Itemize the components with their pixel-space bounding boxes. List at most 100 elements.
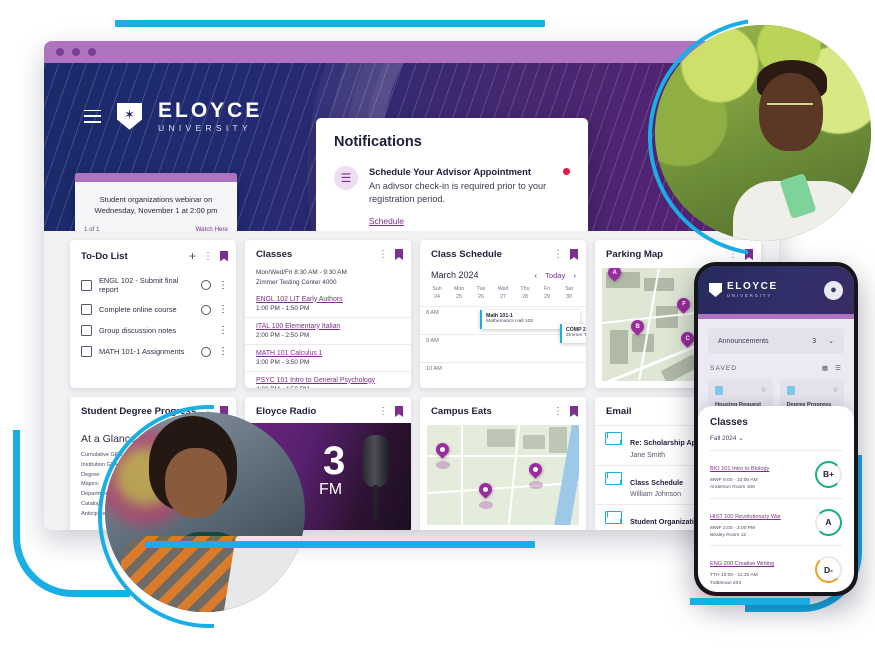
announcement-card: Student organizations webinar on Wednesd…	[75, 173, 237, 231]
card-campus-eats: Campus Eats ⋮	[420, 397, 586, 530]
day-number: 28	[522, 294, 528, 301]
grid-view-icon[interactable]: ▦	[822, 364, 829, 372]
phone-class-link[interactable]: ENG 200 Creative Writing	[710, 561, 774, 567]
todo-checkbox[interactable]	[81, 279, 92, 291]
radio-bookmark-icon[interactable]	[395, 406, 403, 417]
accent-bar-top	[115, 20, 545, 27]
schedule-day-header[interactable]: Thu 28	[514, 285, 536, 301]
todo-item[interactable]: Group discussion notes ⋮	[70, 320, 236, 341]
class-name-link[interactable]: PSYC 101 Intro to General Psychology	[256, 377, 400, 384]
phone-announcements-row[interactable]: Announcements 3 ⌄	[708, 328, 844, 354]
schedule-link[interactable]: Schedule	[369, 216, 404, 226]
schedule-day-header[interactable]: Sun 24	[426, 285, 448, 301]
schedule-day-header[interactable]: Fri 29	[536, 285, 558, 301]
day-name: Thu	[520, 286, 530, 292]
todo-more-icon[interactable]: ⋮	[203, 251, 213, 262]
phone-class-meta: MWF 9:00 - 10:00 AM	[710, 478, 758, 483]
schedule-day-header[interactable]: Wed 27	[492, 285, 514, 301]
phone-announcements-label: Announcements	[718, 337, 769, 345]
eats-more-icon[interactable]: ⋮	[553, 406, 563, 417]
class-time: 1:00 PM - 1:50 PM	[256, 304, 310, 312]
class-name-link[interactable]: MATH 101 Calculus 1	[256, 350, 400, 357]
notification-item[interactable]: ☰ Schedule Your Advisor Appointment An a…	[334, 166, 570, 229]
todo-item-more-icon[interactable]: ⋮	[218, 325, 228, 336]
todo-item[interactable]: MATH 101-1 Assignments ⋮	[70, 341, 236, 362]
classes-bookmark-icon[interactable]	[395, 249, 403, 260]
email-subject: Class Schedule	[630, 477, 684, 487]
schedule-today-button[interactable]: Today	[545, 271, 565, 280]
class-time: 3:00 PM - 3:50 PM	[256, 358, 310, 366]
accent-bar-bottom	[145, 541, 535, 548]
radio-more-icon[interactable]: ⋮	[378, 406, 388, 417]
phone-class-link[interactable]: BIO 101 Intro to Biology	[710, 466, 769, 472]
phone-class-link[interactable]: HIST 100 Revolutionary War	[710, 514, 781, 520]
day-name: Mon	[453, 286, 465, 292]
watch-here-link[interactable]: Watch Here	[196, 226, 228, 231]
day-number: 30	[566, 294, 572, 301]
phone-header: ELOYCE UNIVERSITY ●	[698, 266, 854, 314]
schedule-more-icon[interactable]: ⋮	[553, 249, 563, 260]
add-todo-icon[interactable]: +	[189, 249, 196, 263]
todo-label: ENGL 102 - Submit final report	[99, 276, 179, 294]
mobile-phone-mockup: ELOYCE UNIVERSITY ● Announcements 3 ⌄ SA…	[694, 262, 858, 596]
classes-more-icon[interactable]: ⋮	[378, 249, 388, 260]
clock-icon	[201, 280, 211, 290]
tile-count: 0	[833, 387, 837, 394]
schedule-next-icon[interactable]: ›	[573, 271, 576, 280]
phone-announcements-count: 3	[812, 337, 817, 345]
todo-checkbox[interactable]	[81, 304, 92, 315]
announcement-footer: 1 of 1 Watch Here	[75, 222, 237, 231]
schedule-bookmark-icon[interactable]	[570, 249, 578, 260]
todo-item-more-icon[interactable]: ⋮	[218, 280, 228, 291]
phone-saved-row: SAVED ▦ ☰	[708, 354, 844, 379]
class-list-item[interactable]: ENGL 102 LIT Early Authors 1:00 PM - 1:5…	[245, 289, 411, 317]
list-view-icon[interactable]: ☰	[835, 364, 842, 372]
window-dot-maximize[interactable]	[88, 48, 96, 56]
day-name: Sun	[432, 286, 442, 292]
class-list-item[interactable]: MATH 101 Calculus 1 3:00 PM - 3:50 PM	[245, 343, 411, 371]
phone-class-row[interactable]: BIO 101 Intro to Biology MWF 9:00 - 10:0…	[710, 450, 842, 498]
classes-subtitle-time: Mon/Wed/Fri 8:30 AM - 9:30 AM	[256, 269, 347, 276]
schedule-day-header[interactable]: Tue 26	[470, 285, 492, 301]
email-subject: Re: Scholarship Appl	[630, 438, 703, 447]
class-name-link[interactable]: ITAL 100 Elementary Italian	[256, 323, 400, 330]
todo-item-more-icon[interactable]: ⋮	[218, 304, 228, 315]
eats-pin[interactable]	[526, 460, 545, 479]
window-dot-minimize[interactable]	[72, 48, 80, 56]
todo-checkbox[interactable]	[81, 346, 92, 357]
chevron-down-icon[interactable]: ⌄	[828, 337, 834, 345]
todo-bookmark-icon[interactable]	[220, 250, 228, 262]
classes-subtitle-location: Zimmer Testing Center 4000	[256, 279, 337, 287]
schedule-timegrid: 8 AM 9 AM 10 AM Math 101-1 Mathematics H…	[420, 307, 586, 388]
card-title-eats: Campus Eats	[431, 406, 492, 417]
schedule-event[interactable]: COMP 200-2 Zimmer Testing Center 4000	[560, 324, 586, 343]
window-dot-close[interactable]	[56, 48, 64, 56]
card-title-parking: Parking Map	[606, 249, 664, 260]
schedule-day-header[interactable]: Sat 30	[558, 285, 580, 301]
phone-classes-title: Classes	[710, 417, 748, 428]
phone-classes-sheet: Classes Fall 2024 ⌄ BIO 101 Intro to Bio…	[698, 406, 854, 592]
phone-class-meta: MWF 2:00 - 3:00 PM	[710, 525, 756, 531]
campus-eats-map-image[interactable]	[427, 425, 579, 525]
avatar[interactable]: ●	[824, 280, 843, 300]
todo-checkbox[interactable]	[81, 325, 92, 336]
class-name-link[interactable]: ENGL 102 LIT Early Authors	[256, 296, 400, 303]
eats-bookmark-icon[interactable]	[570, 406, 578, 417]
eats-pin[interactable]	[476, 480, 495, 499]
todo-item-more-icon[interactable]: ⋮	[218, 346, 228, 357]
class-list-item[interactable]: PSYC 101 Intro to General Psychology 4:0…	[245, 370, 411, 388]
hamburger-menu-icon[interactable]	[84, 109, 101, 123]
todo-item[interactable]: Complete online course ⋮	[70, 299, 236, 320]
phone-term-selector[interactable]: Fall 2024 ⌄	[710, 434, 842, 442]
card-title-email: Email	[606, 406, 632, 417]
phone-brand-subtitle: UNIVERSITY	[727, 293, 773, 299]
class-list-item[interactable]: ITAL 100 Elementary Italian 2:00 PM - 2:…	[245, 316, 411, 344]
phone-class-row[interactable]: HIST 100 Revolutionary War MWF 2:00 - 3:…	[710, 497, 842, 546]
schedule-day-header[interactable]: Mon 25	[448, 285, 470, 301]
phone-class-row[interactable]: ENG 200 Creative Writing TTH 10:00 - 11:…	[710, 545, 842, 592]
schedule-month-label: March 2024	[431, 270, 479, 280]
notification-title: Schedule Your Advisor Appointment	[369, 166, 531, 177]
schedule-prev-icon[interactable]: ‹	[534, 271, 537, 280]
card-class-schedule: Class Schedule ⋮ March 2024 ‹ Today › Su…	[420, 240, 586, 388]
todo-item[interactable]: ENGL 102 - Submit final report ⋮	[70, 271, 236, 299]
